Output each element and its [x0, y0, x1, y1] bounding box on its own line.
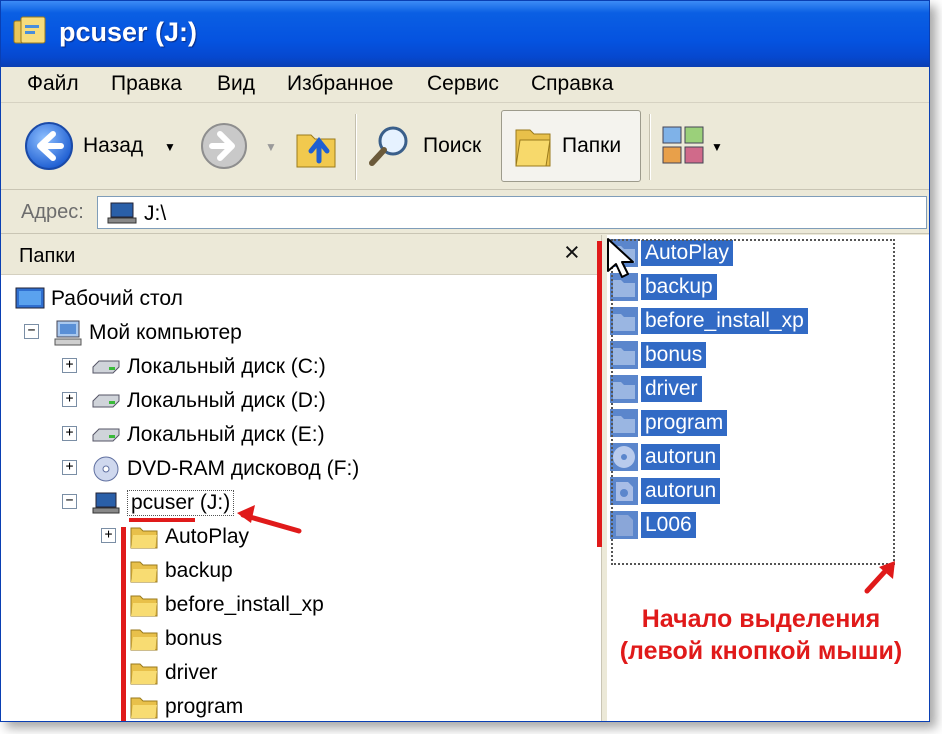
expand-icon[interactable]: + [62, 426, 77, 441]
forward-dropdown-icon[interactable]: ▼ [265, 140, 277, 154]
computer-drive-icon [107, 202, 137, 224]
tree-item-before-install-xp[interactable]: before_install_xp [129, 589, 324, 621]
tree-item-label: program [165, 695, 244, 718]
tree-item-label: Локальный диск (C:) [127, 355, 326, 378]
folder-icon [130, 561, 158, 583]
folders-button[interactable]: Папки [501, 110, 641, 182]
tree-item-pcuser-drive[interactable]: pcuser (J:) [91, 487, 235, 519]
tree-item-label: backup [165, 559, 233, 582]
annotation-line-1: Начало выделения [641, 605, 881, 633]
folders-pane-title: Папки [19, 245, 76, 267]
tree-item-label: Локальный диск (D:) [127, 389, 326, 412]
my-computer-icon [54, 320, 82, 346]
folder-icon [130, 629, 158, 651]
forward-button[interactable] [199, 114, 249, 178]
tree-item-drive-e[interactable]: Локальный диск (E:) [91, 419, 325, 451]
tree-item-label: before_install_xp [165, 593, 324, 616]
hard-drive-icon [92, 394, 120, 408]
network-drive-icon [92, 492, 120, 514]
menu-file[interactable]: Файл [27, 72, 79, 96]
folder-icon [130, 663, 158, 685]
menu-tools[interactable]: Сервис [427, 72, 499, 96]
tree-item-label: Рабочий стол [51, 287, 183, 310]
menu-help[interactable]: Справка [531, 72, 613, 96]
tree-item-label: DVD-RAM дисковод (F:) [127, 457, 360, 480]
up-folder-button[interactable] [293, 114, 339, 178]
back-label: Назад [83, 134, 144, 157]
menu-favorites[interactable]: Избранное [287, 72, 393, 96]
folder-icon [130, 595, 158, 617]
folders-pane-header: Папки × [1, 235, 601, 275]
folders-pane: Папки × Рабочий стол − Мой компьютер + Л… [1, 235, 601, 721]
menu-view[interactable]: Вид [217, 72, 255, 96]
toolbar: Назад ▼ ▼ Поиск Папки ▼ [1, 104, 929, 190]
folder-icon [130, 527, 158, 549]
address-label: Адрес: [21, 201, 84, 223]
address-bar: Адрес: J:\ [1, 191, 929, 234]
expand-icon[interactable]: + [62, 460, 77, 475]
annotation-caption: Начало выделения (левой кнопкой мыши) [601, 603, 921, 667]
collapse-icon[interactable]: − [24, 324, 39, 339]
annotation-underline [129, 518, 195, 522]
tree-item-my-computer[interactable]: Мой компьютер [53, 317, 242, 349]
search-icon [369, 126, 408, 166]
folder-icon [130, 697, 158, 719]
expand-icon[interactable]: + [62, 358, 77, 373]
toolbar-separator [355, 114, 356, 180]
mouse-cursor-icon [607, 238, 634, 278]
close-icon[interactable]: × [564, 237, 580, 268]
explorer-window: pcuser (J:) Файл Правка Вид Избранное Се… [0, 0, 930, 722]
annotation-line-2: (левой кнопкой мыши) [619, 637, 903, 665]
up-folder-icon [296, 134, 336, 168]
tree-item-bonus[interactable]: bonus [129, 623, 222, 655]
tree-item-label: Мой компьютер [89, 321, 242, 344]
address-input[interactable]: J:\ [97, 196, 927, 229]
tree-item-backup[interactable]: backup [129, 555, 233, 587]
expand-icon[interactable]: + [101, 528, 116, 543]
expand-icon[interactable]: + [62, 392, 77, 407]
tree-item-drive-d[interactable]: Локальный диск (D:) [91, 385, 326, 417]
search-button[interactable]: Поиск [367, 114, 481, 178]
tree-item-autoplay[interactable]: AutoPlay [129, 521, 249, 553]
title-bar[interactable]: pcuser (J:) [1, 1, 929, 67]
folder-window-icon [13, 16, 46, 44]
annotation-arrow-icon [237, 505, 302, 534]
annotation-arrow-icon [864, 561, 895, 594]
desktop-icon [15, 287, 45, 309]
window-title: pcuser (J:) [59, 17, 198, 47]
views-icon [662, 126, 704, 164]
folders-label: Папки [562, 134, 622, 157]
annotation-vertical-bar [121, 527, 126, 721]
hard-drive-icon [92, 428, 120, 442]
tree-item-drive-c[interactable]: Локальный диск (C:) [91, 351, 326, 383]
selection-rectangle [611, 239, 895, 565]
tree-item-label: Локальный диск (E:) [127, 423, 325, 446]
tree-item-dvd-drive[interactable]: DVD-RAM дисковод (F:) [91, 453, 359, 485]
forward-arrow-icon [201, 123, 247, 169]
back-button[interactable]: Назад [23, 114, 143, 178]
folders-icon [515, 129, 551, 167]
collapse-icon[interactable]: − [62, 494, 77, 509]
back-arrow-icon [25, 122, 73, 170]
back-dropdown-icon[interactable]: ▼ [164, 140, 176, 154]
menu-bar: Файл Правка Вид Избранное Сервис Справка [1, 67, 929, 103]
search-label: Поиск [423, 134, 482, 157]
hard-drive-icon [92, 360, 120, 374]
annotation-vertical-bar [597, 241, 602, 547]
views-button[interactable] [661, 114, 707, 178]
address-value: J:\ [144, 202, 167, 225]
dvd-drive-icon [93, 456, 119, 482]
tree-item-label: bonus [165, 627, 223, 650]
menu-edit[interactable]: Правка [111, 72, 182, 96]
toolbar-separator [649, 114, 650, 180]
tree-item-label: pcuser (J:) [127, 490, 235, 516]
tree-item-program[interactable]: program [129, 691, 244, 721]
tree-item-label: driver [165, 661, 218, 684]
tree-item-driver[interactable]: driver [129, 657, 218, 689]
views-dropdown-icon[interactable]: ▼ [711, 140, 723, 154]
tree-item-desktop[interactable]: Рабочий стол [15, 283, 183, 315]
